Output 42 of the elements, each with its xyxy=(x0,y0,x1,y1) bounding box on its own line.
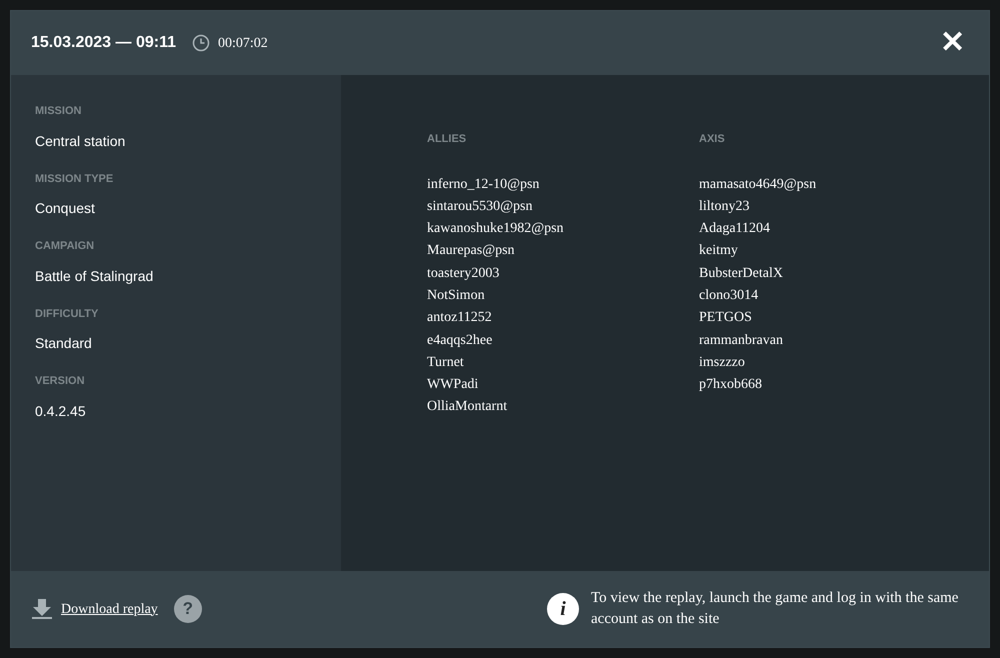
player-name: OlliaMontarnt xyxy=(427,398,508,416)
download-icon xyxy=(31,598,53,620)
match-date: 15.03.2023 — 09:11 xyxy=(31,33,176,53)
player-name: p7hxob668 xyxy=(699,376,763,394)
info-icon: i xyxy=(547,593,579,625)
download-link[interactable]: Download replay xyxy=(61,598,158,620)
player-name: inferno_12-10@psn xyxy=(427,176,540,194)
player-name: Maurepas@psn xyxy=(427,242,516,260)
player-name: BubsterDetalX xyxy=(699,264,784,283)
match-duration: 00:07:02 xyxy=(218,34,268,52)
player-name: Turnet xyxy=(427,354,465,372)
detail-value: Battle of Stalingrad xyxy=(35,266,154,286)
clock-icon xyxy=(192,34,210,52)
detail-label: DIFFICULTY xyxy=(35,306,100,322)
info-text: To view the replay, launch the game and log in with the same account as on the site xyxy=(591,589,960,629)
player-name: antoz11252 xyxy=(427,309,493,328)
detail-label: MISSION TYPE xyxy=(35,172,114,186)
player-name: NotSimon xyxy=(427,286,486,305)
player-name: PETGOS xyxy=(699,309,753,328)
player-name: liltony23 xyxy=(699,198,751,216)
player-name: WWPadi xyxy=(427,376,480,394)
player-name: Adaga11204 xyxy=(699,220,772,238)
player-name: sintarou5530@psn xyxy=(427,198,534,216)
team-label: AXIS xyxy=(699,132,726,147)
help-button[interactable]: ? xyxy=(174,595,202,623)
detail-label: CAMPAIGN xyxy=(35,239,96,254)
player-name: keitmy xyxy=(699,242,739,260)
detail-label: VERSION xyxy=(35,374,86,389)
detail-value: 0.4.2.45 xyxy=(35,402,87,420)
player-name: e4aqqs2hee xyxy=(427,332,494,350)
player-name: clono3014 xyxy=(699,286,760,305)
player-name: mamasato4649@psn xyxy=(699,176,818,194)
close-button[interactable]: ✕ xyxy=(936,28,969,58)
detail-value: Standard xyxy=(35,334,93,353)
player-name: imszzzo xyxy=(699,354,746,372)
detail-label: MISSION xyxy=(35,104,82,119)
team-label: ALLIES xyxy=(427,132,468,147)
player-name: rammanbravan xyxy=(699,332,784,350)
detail-value: Central station xyxy=(35,132,126,150)
detail-value: Conquest xyxy=(35,199,96,218)
player-name: toastery2003 xyxy=(427,264,500,283)
player-name: kawanoshuke1982@psn xyxy=(427,220,565,238)
